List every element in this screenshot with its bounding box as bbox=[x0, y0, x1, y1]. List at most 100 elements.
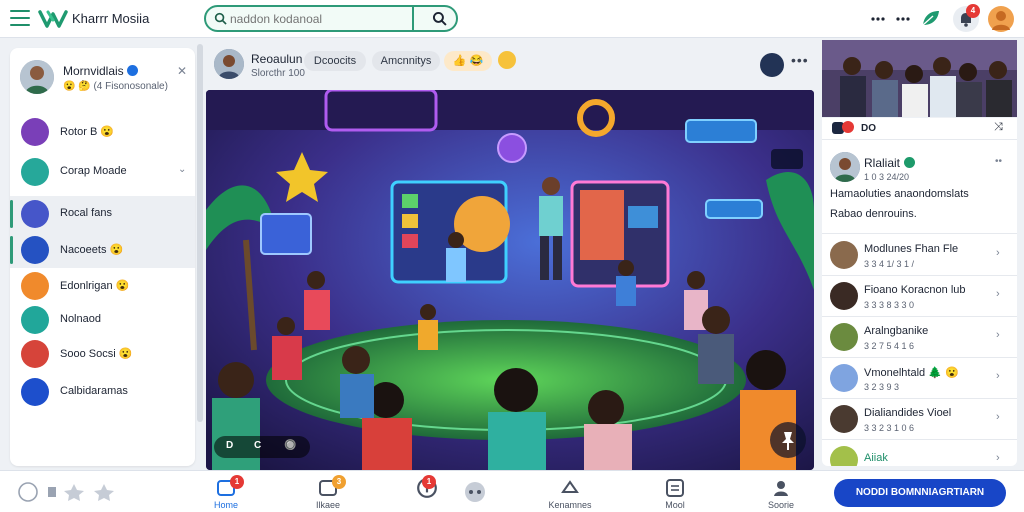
dots-icon[interactable] bbox=[870, 12, 886, 26]
more-icon[interactable]: •• bbox=[995, 156, 1002, 167]
sidebar-item-nolnaod[interactable]: Nolnaod bbox=[10, 302, 195, 338]
chevron-right-icon[interactable]: › bbox=[996, 370, 1000, 382]
close-icon[interactable]: ✕ bbox=[177, 64, 187, 78]
search-submit-icon[interactable] bbox=[432, 11, 447, 26]
sidebar-item-edonlrigan[interactable]: Edonlrigan 😮 bbox=[10, 268, 195, 304]
tab-home[interactable]: 1 Home bbox=[196, 475, 256, 511]
sidebar-item-sooo-socsi[interactable]: Sooo Socsi 😮 bbox=[10, 336, 195, 372]
post-media-image[interactable]: D C 🔘 bbox=[206, 90, 814, 470]
friend-name: Vmonelhtald 🌲 😮 bbox=[864, 367, 959, 379]
bottom-bar: 1 Home 3 Ilkaee 1 Kenamnes Mool Soorie N… bbox=[0, 470, 1024, 512]
sidebar-item-nacoeets[interactable]: Nacoeets 😮 bbox=[10, 232, 195, 268]
tab-label: Home bbox=[213, 500, 238, 510]
media-control-toggle[interactable]: 🔘 bbox=[284, 440, 296, 451]
tab-mool[interactable]: Mool bbox=[645, 475, 705, 511]
pin-icon[interactable] bbox=[770, 422, 806, 458]
search-bar[interactable] bbox=[204, 5, 458, 32]
tab-label: Mool bbox=[665, 500, 685, 510]
chevron-right-icon[interactable]: › bbox=[996, 329, 1000, 341]
search-divider bbox=[412, 7, 414, 30]
chevron-right-icon[interactable]: › bbox=[996, 288, 1000, 300]
gaming-lounge-illustration bbox=[206, 90, 814, 470]
leaf-icon[interactable] bbox=[920, 8, 942, 28]
friend-meta: 3 3 4 1/ 3 1 / bbox=[864, 259, 915, 269]
post-user-icon[interactable] bbox=[760, 53, 784, 77]
notification-badge: 4 bbox=[966, 4, 980, 18]
tab-label: Ilkaee bbox=[315, 500, 341, 510]
emoji-react-icon[interactable] bbox=[498, 51, 516, 69]
gamepad-icon[interactable] bbox=[464, 481, 486, 503]
friend-item[interactable]: Vmonelhtald 🌲 😮 3 2 3 9 3 › bbox=[822, 358, 1017, 399]
star-icon[interactable] bbox=[94, 484, 114, 501]
profile-card[interactable]: Mornvidlais 😮 🤔 (4 Fisonosonale) ✕ bbox=[10, 48, 195, 108]
search-icon bbox=[214, 12, 227, 25]
sidebar-item-calbidaramas[interactable]: Calbidaramas bbox=[10, 374, 195, 410]
post-author-name[interactable]: Reoaulun bbox=[251, 52, 302, 66]
featured-text-line-1: Hamaoluties anaondomslats bbox=[830, 188, 969, 200]
friend-item[interactable]: Fioano Koracnon lub 3 3 3 8 3 3 0 › bbox=[822, 276, 1017, 317]
post-author-avatar[interactable] bbox=[214, 49, 244, 79]
sidebar-item-label: Corap Moade bbox=[60, 165, 127, 177]
chip-amcnnitys[interactable]: Amcnnitys bbox=[372, 51, 440, 71]
friend-name: Dialiandides Vioel bbox=[864, 407, 952, 419]
tab-create[interactable]: 1 bbox=[396, 475, 485, 511]
chevron-right-icon[interactable]: › bbox=[996, 452, 1000, 464]
sidebar-item-rocal-fans[interactable]: Rocal fans bbox=[10, 196, 195, 232]
fullscreen-button[interactable] bbox=[771, 149, 803, 169]
friend-meta: 3 3 2 3 1 0 6 bbox=[864, 423, 915, 433]
sidebar-item-label: Rotor B 😮 bbox=[60, 126, 115, 138]
friend-item[interactable]: Modlunes Fhan Fle 3 3 4 1/ 3 1 / › bbox=[822, 235, 1017, 276]
post-header: Reoaulun Slorcthr 100 Dcoocits Amcnnitys… bbox=[206, 40, 814, 88]
grid-icon bbox=[666, 479, 684, 497]
shuffle-icon[interactable]: ⤨ bbox=[994, 121, 1003, 134]
media-control-d[interactable]: D bbox=[226, 440, 233, 451]
friend-item[interactable]: Dialiandides Vioel 3 3 2 3 1 0 6 › bbox=[822, 399, 1017, 440]
friend-avatar bbox=[830, 282, 858, 310]
search-input[interactable] bbox=[230, 10, 414, 28]
sidebar-item-label: Nolnaod bbox=[60, 313, 101, 325]
chevron-down-icon[interactable]: ⌄ bbox=[178, 164, 186, 175]
chevron-right-icon[interactable]: › bbox=[996, 247, 1000, 259]
group-avatar-icon bbox=[21, 200, 49, 228]
sidebar-item-rotor[interactable]: Rotor B 😮 bbox=[10, 114, 195, 150]
people-icon bbox=[21, 306, 49, 334]
friend-name: Aiiak bbox=[864, 452, 888, 464]
post-timestamp: Slorcthr 100 bbox=[251, 68, 305, 79]
clock-icon[interactable] bbox=[18, 482, 38, 502]
tab-soorie[interactable]: Soorie bbox=[751, 475, 811, 511]
friend-meta: 3 2 7 5 4 1 6 bbox=[864, 341, 915, 351]
tab-label: Soorie bbox=[767, 500, 794, 510]
user-avatar[interactable] bbox=[988, 6, 1014, 32]
media-control-c[interactable]: C bbox=[254, 440, 261, 451]
featured-post[interactable]: Rlaliait 1 0 3 24/20 •• Hamaoluties anao… bbox=[822, 142, 1017, 234]
right-panel-header: DO ⤨ bbox=[822, 118, 1017, 140]
tab-ilkaee[interactable]: 3 Ilkaee bbox=[298, 475, 358, 511]
sidebar-item-label: Edonlrigan 😮 bbox=[60, 280, 130, 292]
friend-item[interactable]: Aralngbanike 3 2 7 5 4 1 6 › bbox=[822, 317, 1017, 358]
profile-avatar bbox=[20, 60, 54, 94]
chip-dcoocits[interactable]: Dcoocits bbox=[304, 51, 366, 71]
games-icon bbox=[561, 480, 579, 493]
menu-icon[interactable] bbox=[10, 10, 30, 26]
chip-reactions[interactable]: 👍 😂 bbox=[444, 51, 492, 71]
sidebar-scrollbar[interactable] bbox=[197, 44, 203, 422]
verified-icon bbox=[126, 65, 138, 76]
post-card: Reoaulun Slorcthr 100 Dcoocits Amcnnitys… bbox=[206, 40, 814, 470]
more-icon[interactable] bbox=[895, 12, 911, 26]
profile-icon bbox=[774, 481, 788, 496]
friend-item[interactable]: Aiiak › bbox=[822, 440, 1017, 466]
panel-badge bbox=[842, 121, 854, 133]
tab-badge: 3 bbox=[332, 475, 346, 489]
notifications-button[interactable]: 4 bbox=[953, 4, 980, 32]
tab-badge: 1 bbox=[422, 475, 436, 489]
primary-action-button[interactable]: NODDI BOMNNIAGRTIARN bbox=[834, 479, 1006, 507]
star-icon[interactable] bbox=[64, 484, 84, 501]
group-photo[interactable] bbox=[822, 40, 1017, 117]
friend-meta: 3 3 3 8 3 3 0 bbox=[864, 300, 915, 310]
pause-icon[interactable] bbox=[48, 487, 56, 497]
chevron-right-icon[interactable]: › bbox=[996, 411, 1000, 423]
sidebar-item-corap[interactable]: Corap Moade ⌄ bbox=[10, 154, 195, 190]
tab-kenamnes[interactable]: Kenamnes bbox=[540, 475, 600, 511]
more-options-icon[interactable]: ••• bbox=[791, 52, 809, 68]
friend-avatar bbox=[830, 364, 858, 392]
